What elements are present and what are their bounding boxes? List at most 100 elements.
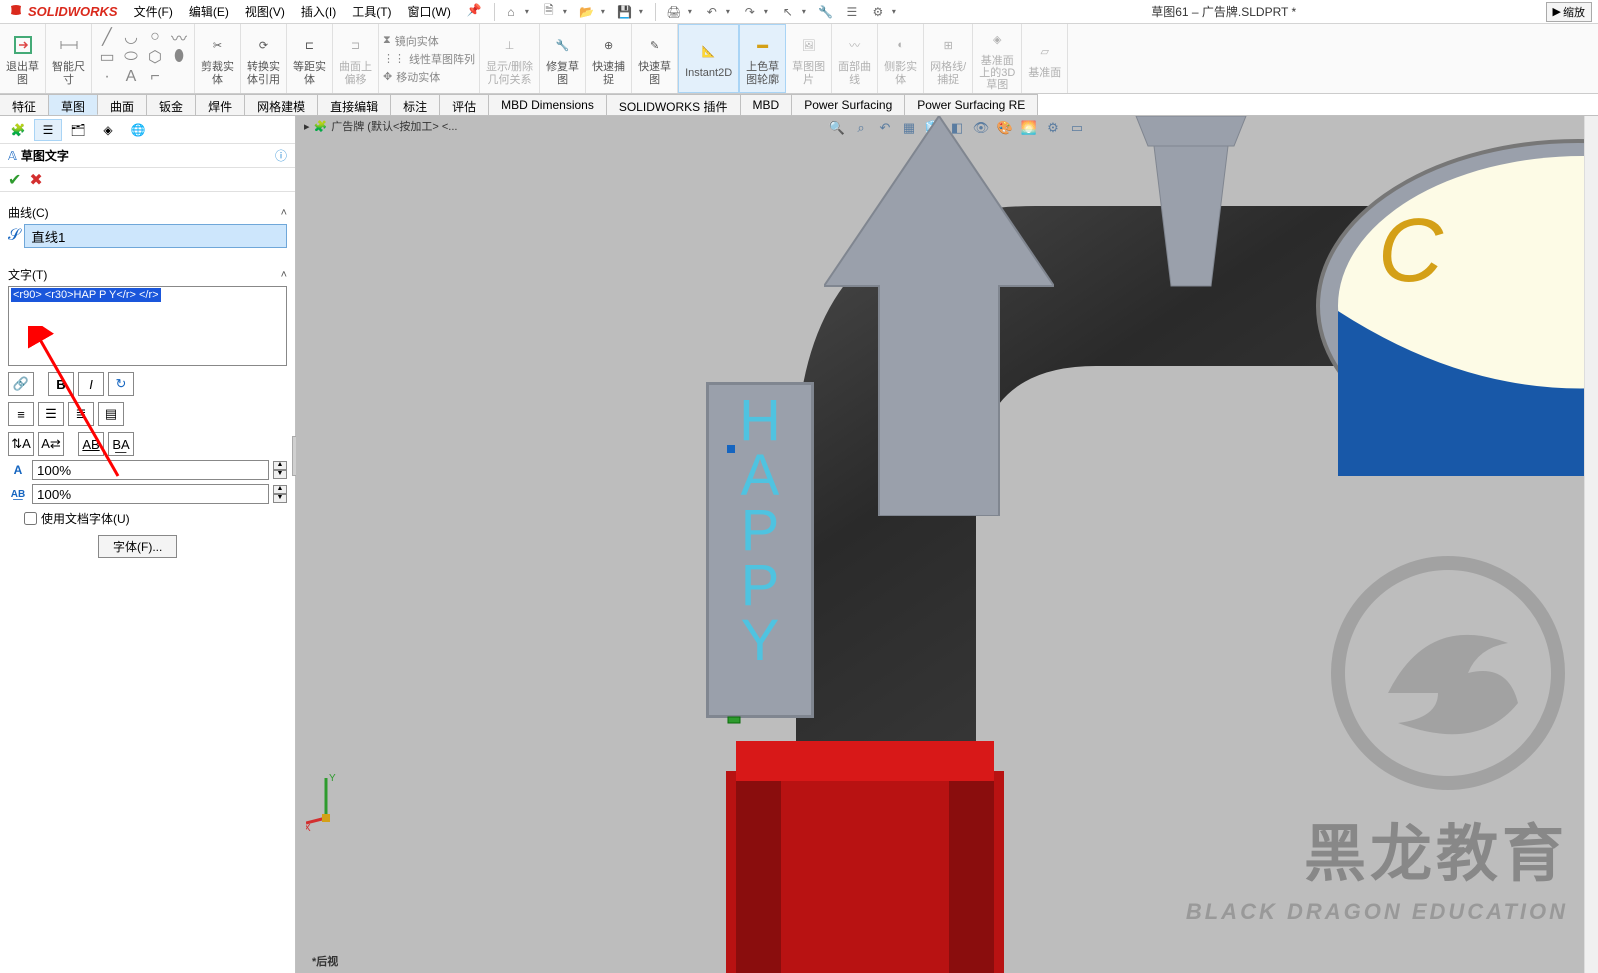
trim-button[interactable]: ✂剪裁实 体	[195, 24, 241, 93]
offset-button[interactable]: ⊏等距实 体	[287, 24, 333, 93]
rebuild-icon[interactable]: 🔧	[814, 2, 838, 22]
task-pane-bar[interactable]	[1584, 116, 1598, 973]
text-icon[interactable]: A	[120, 68, 142, 86]
tab-mbd[interactable]: MBD	[741, 94, 793, 115]
tab-annotate[interactable]: 标注	[391, 94, 440, 115]
spacing-ba-button[interactable]: B͟A	[108, 432, 134, 456]
line-icon[interactable]: ╱	[96, 28, 118, 46]
flip-vert-button[interactable]: ⇅A	[8, 432, 34, 456]
feature-tree-tab-icon[interactable]: 🧩	[4, 119, 32, 141]
spacing-icon: A͟B	[8, 489, 28, 500]
property-tab-icon[interactable]: ☰	[34, 119, 62, 141]
redo-icon[interactable]: ↷	[738, 2, 762, 22]
use-doc-font-checkbox[interactable]	[24, 512, 37, 525]
help-icon[interactable]: ⓘ	[275, 147, 287, 164]
menu-tools[interactable]: 工具(T)	[344, 3, 399, 20]
print-icon[interactable]: 🖨	[662, 2, 686, 22]
tab-weldments[interactable]: 焊件	[196, 94, 245, 115]
curves-section-header[interactable]: 曲线(C)˄	[8, 204, 287, 221]
bold-button[interactable]: B	[48, 372, 74, 396]
appearance-tab-icon[interactable]: 🌐	[124, 119, 152, 141]
tab-powersurf[interactable]: Power Surfacing	[792, 94, 905, 115]
tab-mesh[interactable]: 网格建模	[245, 94, 318, 115]
convert-button[interactable]: ⟳转换实 体引用	[241, 24, 287, 93]
watermark-logo	[1328, 553, 1568, 793]
italic-button[interactable]: I	[78, 372, 104, 396]
graphics-viewport[interactable]: ▸🧩广告牌 (默认<按加工> <... 🔍 ⌕ ↶ ▦ 🧊 ◧ 👁 🎨 🌅 ⚙ …	[296, 116, 1598, 973]
menu-view[interactable]: 视图(V)	[237, 3, 293, 20]
polygon-icon[interactable]: ⬡	[144, 48, 166, 66]
open-icon[interactable]: 📂	[575, 2, 599, 22]
tab-addins[interactable]: SOLIDWORKS 插件	[607, 94, 741, 115]
rapid-sketch-button[interactable]: ✎快速草 图	[632, 24, 678, 93]
zoom-button[interactable]: ▶缩放	[1546, 2, 1592, 22]
mirror-button[interactable]: ⧗镜向实体	[383, 33, 475, 49]
model-happy-sign: H A P P Y	[706, 382, 814, 718]
align-left-button[interactable]: ≡	[8, 402, 34, 426]
dimxpert-tab-icon[interactable]: ◈	[94, 119, 122, 141]
svg-text:X: X	[306, 823, 311, 833]
breadcrumb[interactable]: ▸🧩广告牌 (默认<按加工> <...	[304, 118, 457, 134]
align-justify-button[interactable]: ▤	[98, 402, 124, 426]
align-right-button[interactable]: ≣	[68, 402, 94, 426]
smart-dimension-button[interactable]: 智能尺 寸	[46, 24, 92, 93]
spacing-spin-up[interactable]: ▲	[273, 485, 287, 494]
tab-mbd-dim[interactable]: MBD Dimensions	[489, 94, 607, 115]
rotate-button[interactable]: ↻	[108, 372, 134, 396]
tab-surfaces[interactable]: 曲面	[98, 94, 147, 115]
menu-file[interactable]: 文件(F)	[126, 3, 181, 20]
instant2d-button[interactable]: 📐Instant2D	[678, 24, 739, 93]
config-tab-icon[interactable]: 🗂	[64, 119, 92, 141]
tab-direct-edit[interactable]: 直接编辑	[318, 94, 391, 115]
new-icon[interactable]: 🗎	[537, 2, 561, 22]
move-button[interactable]: ✥移动实体	[383, 69, 475, 85]
document-title: 草图61 – 广告牌.SLDPRT *	[902, 3, 1546, 20]
settings-icon[interactable]: ⚙	[866, 2, 890, 22]
rect-icon[interactable]: ▭	[96, 48, 118, 66]
undo-icon[interactable]: ↶	[700, 2, 724, 22]
width-spin-up[interactable]: ▲	[273, 461, 287, 470]
curve-selection-input[interactable]	[24, 224, 287, 248]
point-icon[interactable]: ·	[96, 68, 118, 86]
command-manager-tabs: 特征 草图 曲面 钣金 焊件 网格建模 直接编辑 标注 评估 MBD Dimen…	[0, 94, 1598, 116]
width-input[interactable]	[32, 460, 269, 480]
text-section-header[interactable]: 文字(T)˄	[8, 266, 287, 283]
menu-edit[interactable]: 编辑(E)	[181, 3, 237, 20]
pattern-button[interactable]: ⋮⋮线性草图阵列	[383, 51, 475, 67]
tab-powersurf-re[interactable]: Power Surfacing RE	[905, 94, 1038, 115]
tab-sheetmetal[interactable]: 钣金	[147, 94, 196, 115]
spacing-spin-down[interactable]: ▼	[273, 494, 287, 503]
tab-sketch[interactable]: 草图	[49, 94, 98, 115]
tab-features[interactable]: 特征	[0, 94, 49, 115]
menu-pin-icon[interactable]: 📌	[459, 3, 490, 20]
home-icon[interactable]: ⌂	[499, 2, 523, 22]
shaded-contour-button[interactable]: ▬上色草 图轮廓	[739, 24, 786, 93]
spline-icon[interactable]: 〰	[168, 28, 190, 46]
circle-icon[interactable]: ○	[144, 28, 166, 46]
fillet-icon[interactable]: ⌐	[144, 68, 166, 86]
menu-bar: 文件(F) 编辑(E) 视图(V) 插入(I) 工具(T) 窗口(W) 📌	[126, 3, 490, 20]
repair-sketch-button[interactable]: 🔧修复草 图	[540, 24, 586, 93]
menu-insert[interactable]: 插入(I)	[293, 3, 344, 20]
font-button[interactable]: 字体(F)...	[98, 535, 177, 558]
select-icon[interactable]: ↖	[776, 2, 800, 22]
cancel-button[interactable]: ✖	[29, 170, 42, 190]
options-list-icon[interactable]: ☰	[840, 2, 864, 22]
align-center-button[interactable]: ☰	[38, 402, 64, 426]
flip-horiz-button[interactable]: A⇄	[38, 432, 64, 456]
link-property-button[interactable]: 🔗	[8, 372, 34, 396]
slot-icon[interactable]: ⬭	[120, 48, 142, 66]
sketch-text-icon: 𝔸	[8, 149, 17, 163]
rapid-snap-button[interactable]: ⊕快速捕 捉	[586, 24, 632, 93]
tab-evaluate[interactable]: 评估	[440, 94, 489, 115]
sketch-text-input[interactable]: <r90> <r30>HAP P Y</r> </r>	[8, 286, 287, 366]
exit-sketch-button[interactable]: 退出草 图	[0, 24, 46, 93]
ellipse-icon[interactable]: ⬮	[168, 48, 190, 66]
ok-button[interactable]: ✔	[8, 170, 21, 190]
width-ab-button[interactable]: AB	[78, 432, 104, 456]
menu-window[interactable]: 窗口(W)	[400, 3, 459, 20]
save-icon[interactable]: 💾	[613, 2, 637, 22]
arc-icon[interactable]: ◡	[120, 28, 142, 46]
spacing-input[interactable]	[32, 484, 269, 504]
width-spin-down[interactable]: ▼	[273, 470, 287, 479]
